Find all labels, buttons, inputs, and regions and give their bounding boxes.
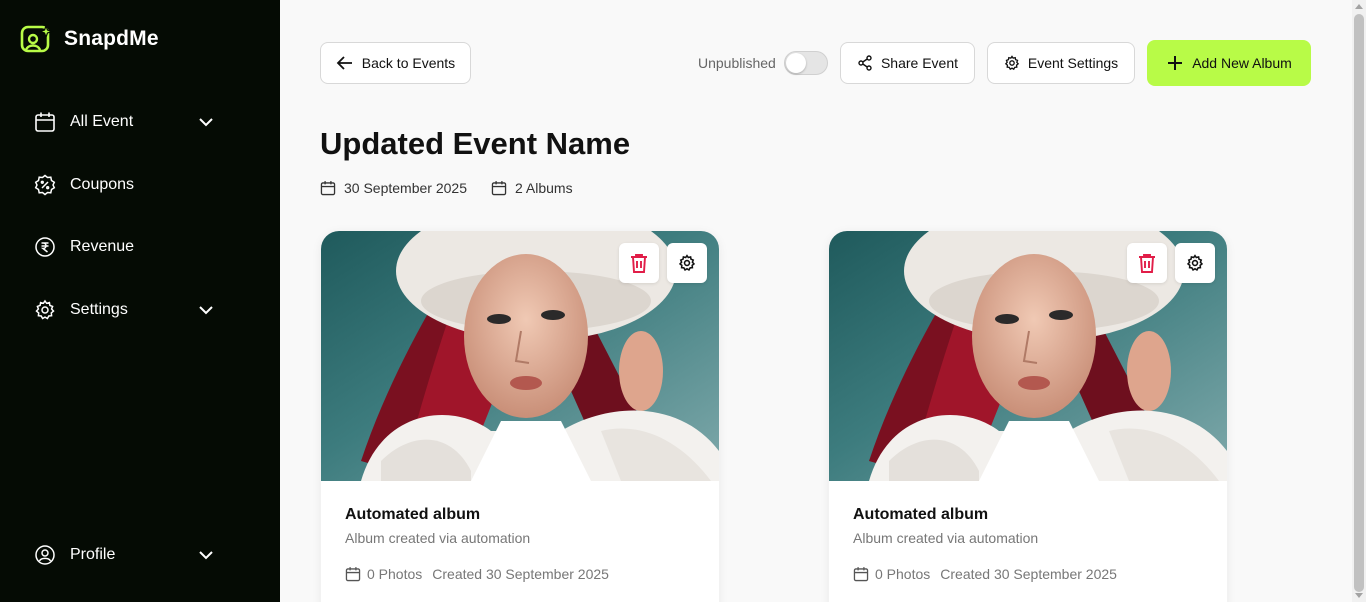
gear-icon — [34, 299, 56, 321]
album-description: Album created via automation — [853, 530, 1039, 546]
album-title: Automated album — [853, 506, 989, 523]
scrollbar-thumb[interactable] — [1354, 14, 1364, 592]
back-to-events-button[interactable]: Back to Events — [320, 42, 471, 84]
sidebar-item-label: All Event — [70, 113, 134, 130]
trash-icon — [631, 254, 647, 273]
album-cover-image — [321, 231, 719, 481]
event-album-count: 2 Albums — [491, 180, 573, 196]
brand-logo[interactable]: SnapdMe — [20, 24, 159, 54]
calendar-icon — [320, 181, 336, 196]
sidebar-item-all-event[interactable]: All Event — [34, 107, 216, 137]
event-date-text: 30 September 2025 — [344, 180, 467, 196]
sidebar-item-profile[interactable]: Profile — [34, 540, 216, 570]
publish-status-label: Unpublished — [698, 55, 776, 71]
sidebar-item-revenue[interactable]: Revenue — [34, 232, 216, 262]
event-settings-button[interactable]: Event Settings — [987, 42, 1135, 84]
share-event-button[interactable]: Share Event — [840, 42, 975, 84]
rupee-icon — [34, 236, 56, 258]
add-new-album-button[interactable]: Add New Album — [1147, 40, 1311, 86]
album-card[interactable]: Automated album Album created via automa… — [829, 231, 1227, 602]
arrow-left-icon — [336, 56, 352, 70]
delete-album-button[interactable] — [1127, 243, 1167, 283]
sidebar-item-coupons[interactable]: Coupons — [34, 170, 216, 200]
album-photo-count: 0 Photos — [367, 566, 423, 582]
event-settings-label: Event Settings — [1027, 55, 1119, 71]
coupon-icon — [34, 174, 56, 196]
publish-toggle[interactable] — [784, 51, 828, 75]
album-settings-button[interactable] — [1175, 243, 1215, 283]
album-created-date: Created 30 September 2025 — [432, 566, 609, 582]
main-content: Back to Events Unpublished Share Event E… — [280, 0, 1352, 602]
sidebar: SnapdMe All Event Coupons Revenue Settin… — [0, 0, 280, 602]
add-new-album-label: Add New Album — [1192, 55, 1292, 71]
chevron-down-icon[interactable] — [196, 545, 216, 565]
sidebar-item-label: Revenue — [70, 238, 135, 255]
album-count-text: 2 Albums — [515, 180, 573, 196]
gear-icon — [1004, 55, 1019, 71]
logo-icon — [20, 24, 54, 53]
calendar-icon — [34, 111, 56, 133]
chevron-down-icon[interactable] — [196, 112, 216, 132]
share-event-label: Share Event — [880, 55, 959, 71]
album-photo-count: 0 Photos — [875, 566, 931, 582]
gear-icon — [1186, 254, 1204, 272]
share-icon — [858, 55, 872, 71]
back-to-events-label: Back to Events — [361, 55, 456, 71]
sidebar-item-label: Coupons — [70, 176, 135, 193]
delete-album-button[interactable] — [619, 243, 659, 283]
user-circle-icon — [34, 544, 56, 566]
album-title: Automated album — [345, 506, 481, 523]
gear-icon — [678, 254, 696, 272]
page-title: Updated Event Name — [320, 126, 631, 161]
brand-name: SnapdMe — [64, 27, 159, 50]
album-meta: 0 Photos Created 30 September 2025 — [853, 566, 1117, 582]
album-created-date: Created 30 September 2025 — [940, 566, 1117, 582]
sidebar-item-label: Profile — [70, 546, 116, 563]
album-card[interactable]: Automated album Album created via automa… — [321, 231, 719, 602]
chevron-down-icon[interactable] — [196, 300, 216, 320]
sidebar-item-label: Settings — [70, 301, 128, 318]
plus-icon — [1168, 56, 1183, 70]
album-description: Album created via automation — [345, 530, 531, 546]
event-date: 30 September 2025 — [320, 180, 467, 196]
calendar-icon — [491, 181, 507, 196]
trash-icon — [1139, 254, 1155, 273]
vertical-scrollbar[interactable] — [1352, 0, 1366, 602]
sidebar-item-settings[interactable]: Settings — [34, 295, 216, 325]
album-meta: 0 Photos Created 30 September 2025 — [345, 566, 609, 582]
toggle-knob — [786, 53, 806, 73]
album-cover-image — [829, 231, 1227, 481]
scroll-up-arrow-icon[interactable] — [1355, 4, 1363, 9]
scroll-down-arrow-icon[interactable] — [1355, 593, 1363, 598]
album-settings-button[interactable] — [667, 243, 707, 283]
calendar-icon — [345, 567, 361, 582]
calendar-icon — [853, 567, 869, 582]
